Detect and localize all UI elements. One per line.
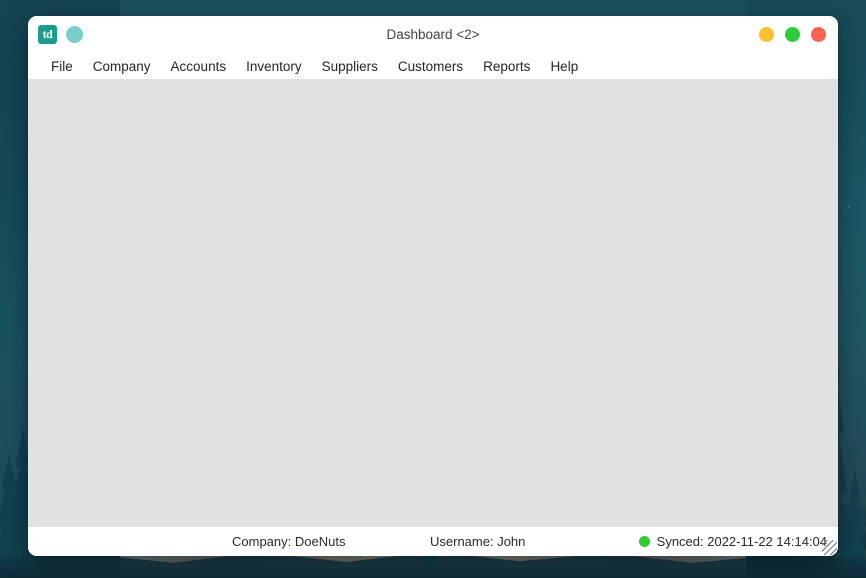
menu-item-inventory[interactable]: Inventory xyxy=(236,56,312,77)
main-content-area[interactable] xyxy=(28,79,838,527)
menu-item-help[interactable]: Help xyxy=(540,56,588,77)
menu-item-customers[interactable]: Customers xyxy=(388,56,473,77)
sync-status-group: Synced: 2022-11-22 14:14:04 xyxy=(638,534,827,549)
wallpaper-foreground xyxy=(0,556,866,578)
status-circle-icon xyxy=(66,26,83,43)
minimize-button[interactable] xyxy=(759,27,774,42)
menu-item-reports[interactable]: Reports xyxy=(473,56,540,77)
application-window: td Dashboard <2> File Company Accounts I… xyxy=(28,16,838,556)
close-button[interactable] xyxy=(811,27,826,42)
menu-bar: File Company Accounts Inventory Supplier… xyxy=(28,53,838,79)
sync-indicator-icon xyxy=(638,536,650,547)
status-company-label: Company: DoeNuts xyxy=(232,534,346,549)
maximize-button[interactable] xyxy=(785,27,800,42)
menu-item-company[interactable]: Company xyxy=(83,56,161,77)
status-bar: Company: DoeNuts Username: John Synced: … xyxy=(28,527,838,556)
resize-grip-handle[interactable] xyxy=(822,540,837,555)
menu-item-suppliers[interactable]: Suppliers xyxy=(312,56,388,77)
status-username-label: Username: John xyxy=(430,534,526,549)
window-title: Dashboard <2> xyxy=(386,27,480,42)
menu-item-accounts[interactable]: Accounts xyxy=(161,56,237,77)
sync-status-label: Synced: 2022-11-22 14:14:04 xyxy=(656,534,827,549)
window-controls xyxy=(759,27,826,42)
menu-item-file[interactable]: File xyxy=(41,56,83,77)
app-logo-icon: td xyxy=(38,25,57,44)
title-bar[interactable]: td Dashboard <2> xyxy=(28,16,838,53)
title-bar-left-group: td xyxy=(38,25,83,44)
